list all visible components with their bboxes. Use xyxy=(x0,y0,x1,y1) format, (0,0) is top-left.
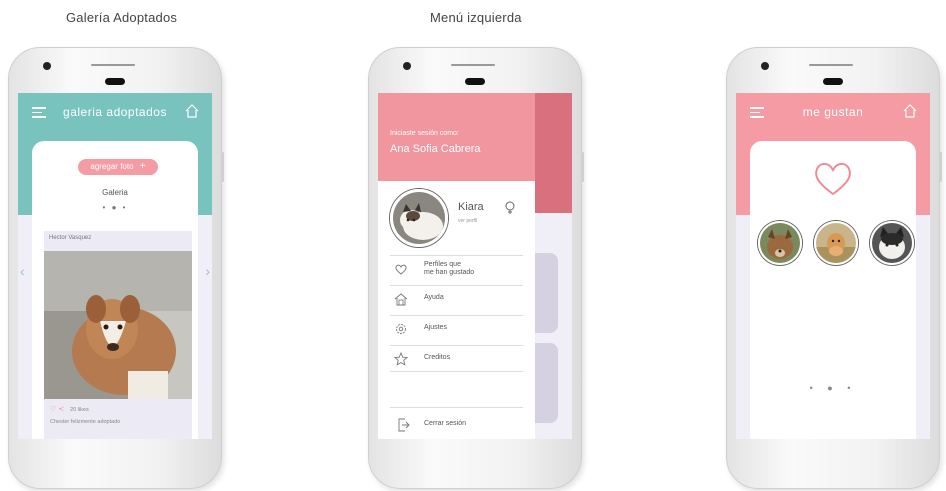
heart-icon xyxy=(815,162,851,196)
cat-photo xyxy=(872,223,912,263)
screen-menu: Iniciaste sesión como: Ana Sofia Cabrera… xyxy=(378,93,572,439)
house-icon xyxy=(394,293,408,306)
pet-name: Kiara xyxy=(458,201,484,213)
post-username[interactable]: Hector Vasquez xyxy=(49,235,91,241)
likes-count: 20 likes xyxy=(70,407,89,413)
prev-arrow-icon[interactable]: ‹ xyxy=(20,263,25,279)
next-arrow-icon[interactable]: › xyxy=(205,263,210,279)
caption-menu: Menú izquierda xyxy=(430,10,522,25)
add-photo-button[interactable]: agregar foto + xyxy=(78,159,158,175)
front-camera xyxy=(403,62,411,70)
speaker-grille xyxy=(91,64,135,66)
proximity-sensor xyxy=(105,78,125,85)
pet-avatar[interactable] xyxy=(390,189,448,247)
logout-icon xyxy=(398,418,410,432)
phone-gallery: galeria adoptados agregar foto + Galeria… xyxy=(8,47,224,489)
header-title: galeria adoptados xyxy=(63,105,167,119)
heart-outline-icon xyxy=(395,264,407,275)
post-actions[interactable]: ♡ ≺ 20 likes xyxy=(50,405,89,413)
header-title: me gustan xyxy=(802,105,864,119)
post-caption: Chester felizmente adoptado xyxy=(50,419,121,425)
add-photo-label: agregar foto xyxy=(90,162,134,171)
star-icon xyxy=(394,352,408,366)
liked-pet-avatar[interactable] xyxy=(814,221,858,265)
pager-dots[interactable]: • ● • xyxy=(32,203,198,212)
front-camera xyxy=(43,62,51,70)
cat-photo xyxy=(393,192,445,244)
caption-gallery: Galería Adoptados xyxy=(66,10,178,25)
dog-photo xyxy=(816,223,856,263)
menu-divider xyxy=(390,371,523,372)
tag-icon[interactable] xyxy=(504,201,516,215)
menu-label: Ayuda xyxy=(424,294,444,301)
power-button xyxy=(581,152,584,182)
section-label: Galeria xyxy=(102,188,128,197)
speaker-grille xyxy=(809,64,853,66)
menu-item-help[interactable]: Ayuda xyxy=(390,285,523,312)
gear-icon xyxy=(396,324,406,334)
front-camera xyxy=(761,62,769,70)
logout-label: Cerrar sesión xyxy=(424,420,467,427)
power-button xyxy=(221,152,224,182)
home-icon[interactable] xyxy=(902,103,918,119)
menu-label: Creditos xyxy=(424,354,451,361)
likes-card: • ● • xyxy=(750,141,916,439)
home-icon[interactable] xyxy=(184,103,200,119)
menu-label-line2: me han gustado xyxy=(424,269,475,276)
user-name: Ana Sofia Cabrera xyxy=(390,143,481,155)
phone-likes: me gustan • ● • xyxy=(726,47,942,489)
screen-likes: me gustan • ● • xyxy=(736,93,930,439)
gallery-card: agregar foto + Galeria • ● • Hector Vasq… xyxy=(32,141,198,439)
liked-pet-avatar[interactable] xyxy=(758,221,802,265)
speaker-grille xyxy=(451,64,495,66)
dog-photo xyxy=(44,251,192,399)
proximity-sensor xyxy=(823,78,843,85)
dog-photo xyxy=(760,223,800,263)
logout-button[interactable]: Cerrar sesión xyxy=(390,407,523,439)
screen-gallery: galeria adoptados agregar foto + Galeria… xyxy=(18,93,212,439)
logged-in-label: Iniciaste sesión como: xyxy=(390,130,459,137)
menu-label-line1: Perfiles que xyxy=(424,261,461,268)
drawer-header: Iniciaste sesión como: Ana Sofia Cabrera xyxy=(378,93,535,181)
liked-pet-avatar[interactable] xyxy=(870,221,914,265)
left-drawer: Iniciaste sesión como: Ana Sofia Cabrera… xyxy=(378,93,535,439)
plus-icon: + xyxy=(139,161,146,172)
menu-item-credits[interactable]: Creditos xyxy=(390,345,523,372)
proximity-sensor xyxy=(465,78,485,85)
power-button xyxy=(939,152,942,182)
like-share-icons[interactable]: ♡ ≺ xyxy=(50,406,64,413)
phone-menu: Iniciaste sesión como: Ana Sofia Cabrera… xyxy=(368,47,584,489)
menu-item-settings[interactable]: Ajustes xyxy=(390,315,523,342)
menu-label: Ajustes xyxy=(424,324,447,331)
view-profile-link[interactable]: ver perfil xyxy=(458,218,477,224)
pager-dots[interactable]: • ● • xyxy=(750,383,916,393)
menu-item-liked-profiles[interactable]: Perfiles que me han gustado xyxy=(390,255,523,282)
post-card: Hector Vasquez ♡ ≺ 20 likes Chester feli… xyxy=(44,231,192,439)
